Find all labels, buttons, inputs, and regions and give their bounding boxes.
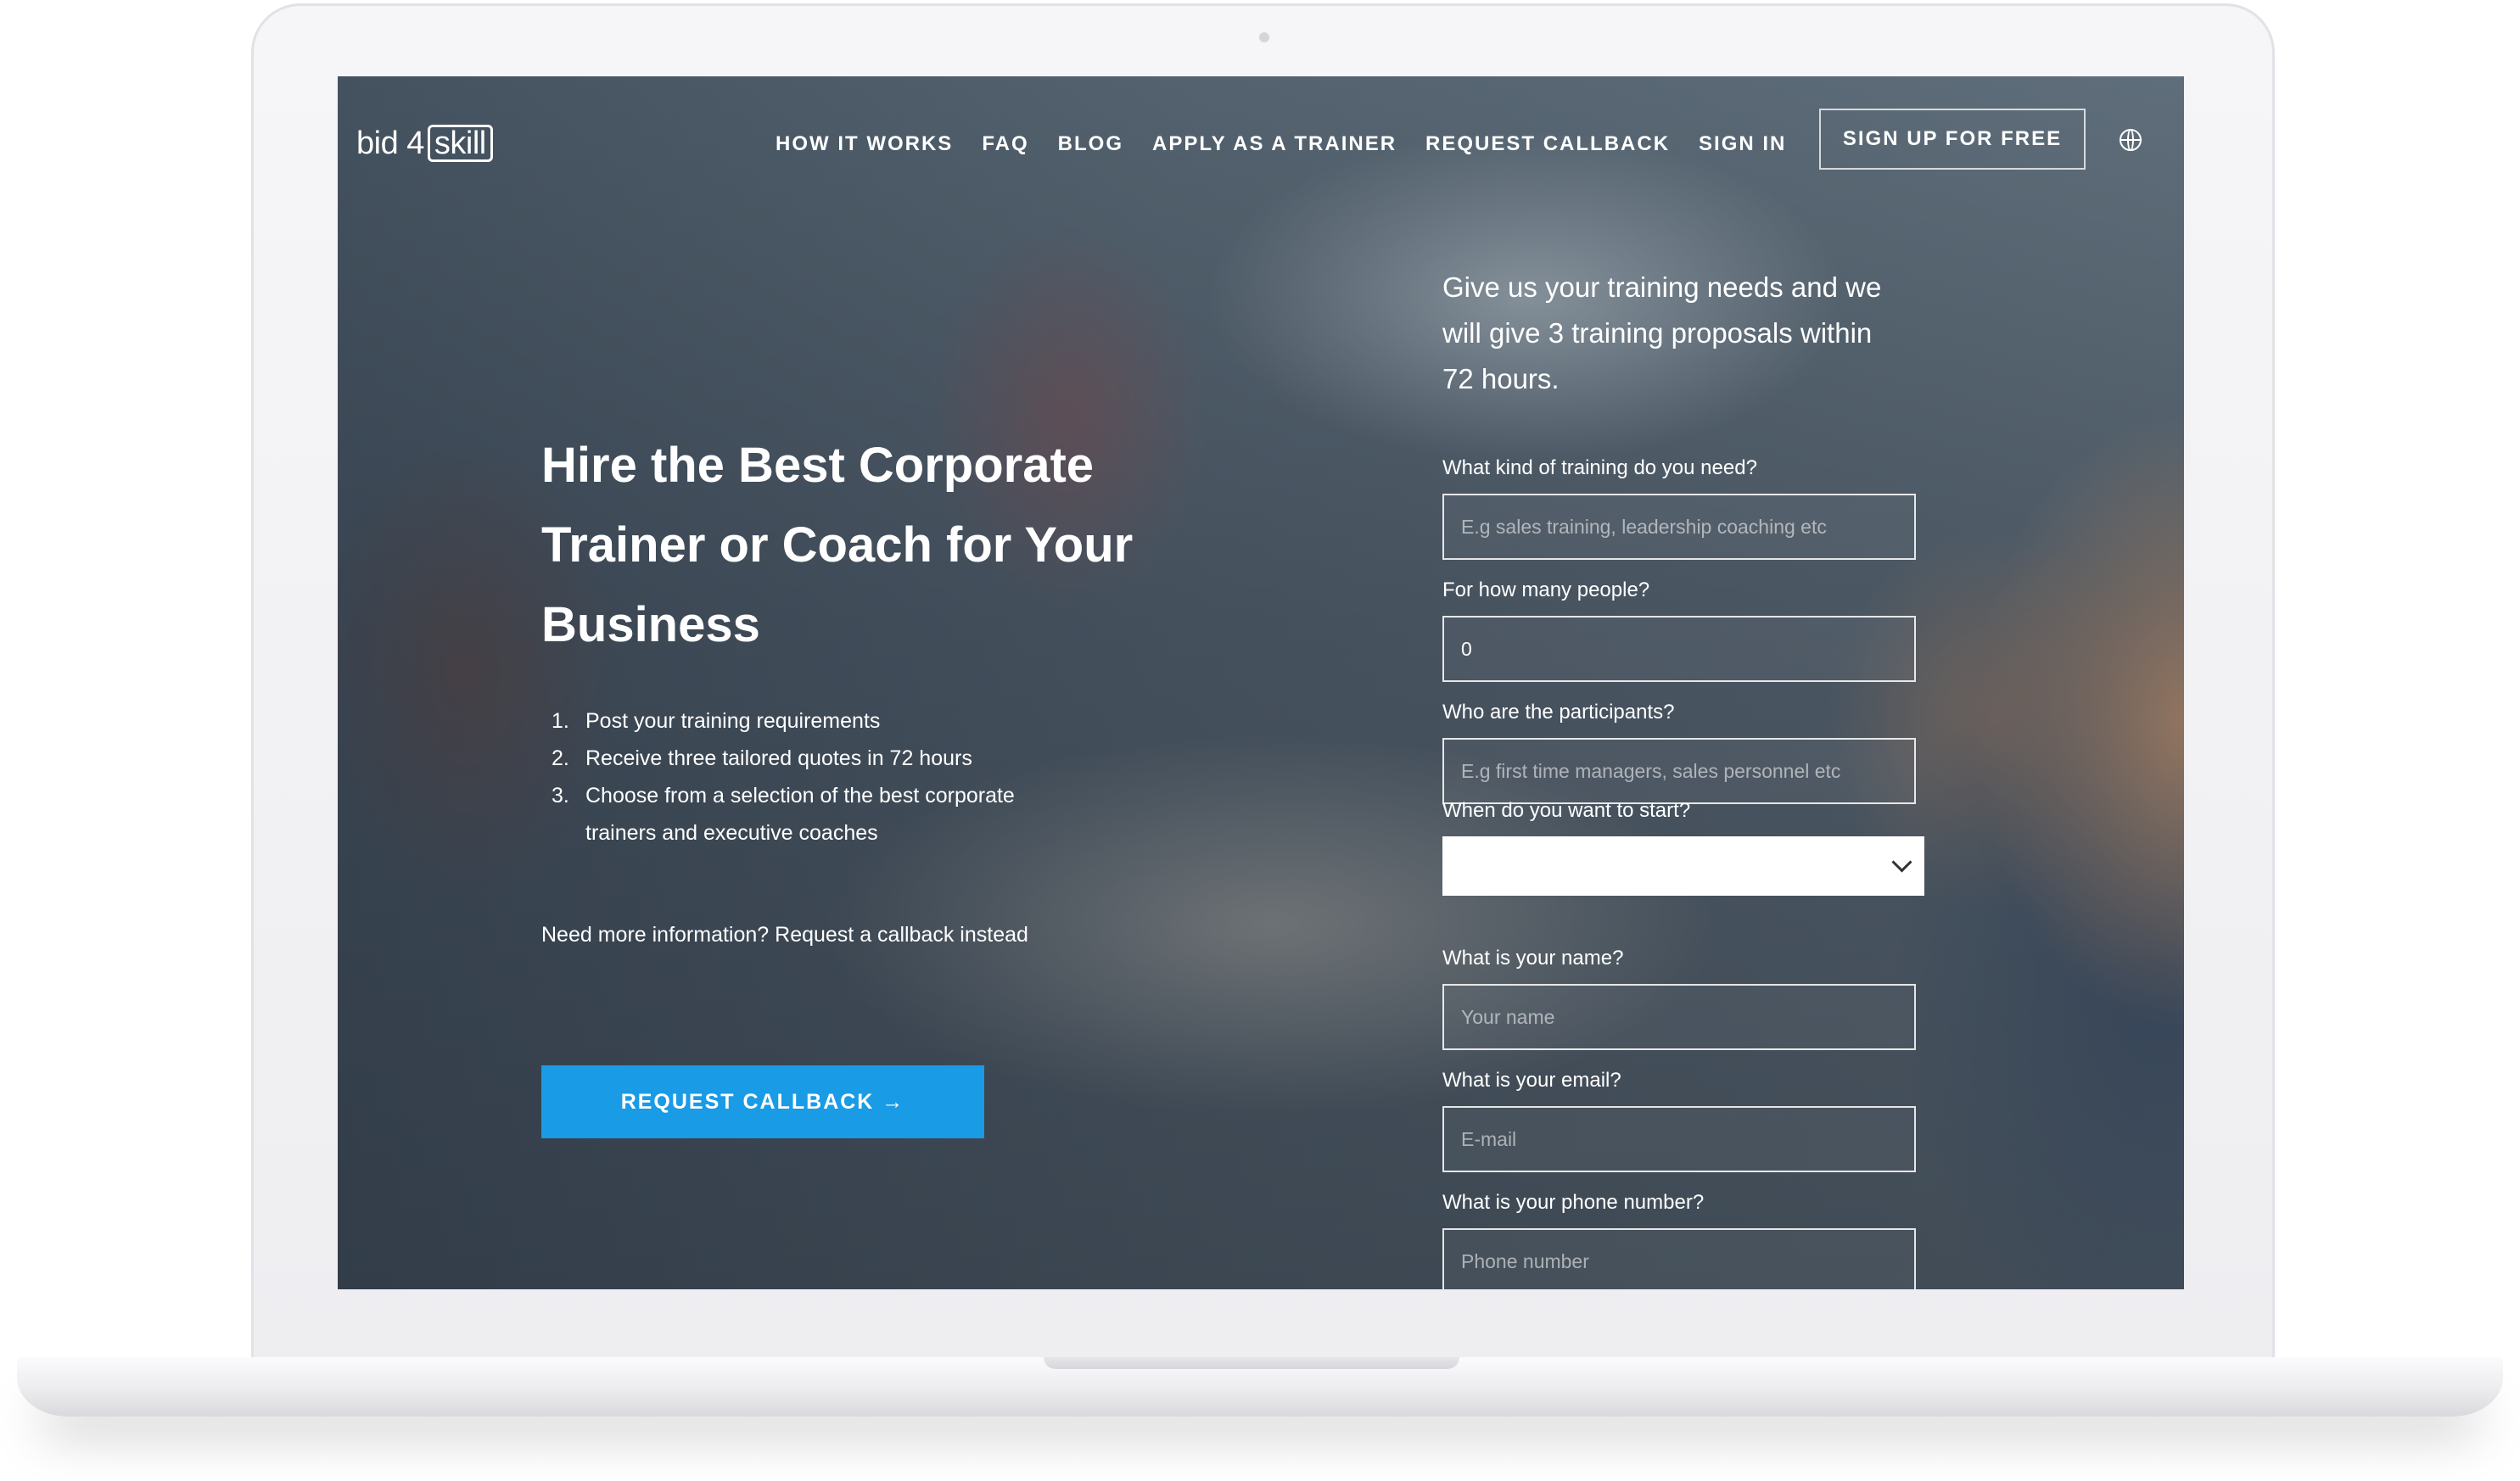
nav-apply-as-trainer[interactable]: APPLY AS A TRAINER [1152,132,1397,156]
phone-label: What is your phone number? [1442,1191,1705,1214]
logo-badge: skill [427,125,493,162]
name-label: What is your name? [1442,947,1624,970]
nav-faq[interactable]: FAQ [982,132,1028,156]
form-intro: Give us your training needs and we will … [1442,271,1882,394]
start-label: When do you want to start? [1442,799,1691,822]
step-number: 1. [552,709,569,733]
list-item: 3. Choose from a selection of the best c… [541,777,1033,852]
chevron-down-icon [1891,852,1912,873]
list-item: 2. Receive three tailored quotes in 72 h… [541,740,1033,777]
logo-text: bid 4 [356,125,424,161]
participants-input[interactable] [1442,738,1916,804]
training-label: What kind of training do you need? [1442,456,1757,479]
start-select[interactable] [1442,836,1924,896]
phone-input[interactable] [1442,1228,1916,1289]
step-number: 3. [552,784,569,808]
email-label: What is your email? [1442,1069,1621,1092]
nav-blog[interactable]: BLOG [1058,132,1123,156]
more-info-text: Need more information? Request a callbac… [541,923,1028,947]
sign-up-button[interactable]: SIGN UP FOR FREE [1819,109,2086,170]
email-input[interactable] [1442,1106,1916,1172]
step-text: Post your training requirements [585,709,881,733]
step-number: 2. [552,746,569,770]
nav-request-callback[interactable]: REQUEST CALLBACK [1425,132,1670,156]
participants-label: Who are the participants? [1442,701,1675,724]
request-callback-button[interactable]: REQUEST CALLBACK → [541,1065,984,1138]
site-logo[interactable]: bid 4 skill [356,122,493,165]
main-nav: HOW IT WORKS FAQ BLOG APPLY AS A TRAINER… [776,124,1815,165]
people-input[interactable] [1442,616,1916,682]
steps-list: 1. Post your training requirements 2. Re… [541,702,1033,852]
step-text: Receive three tailored quotes in 72 hour… [585,746,972,770]
training-input[interactable] [1442,494,1916,560]
laptop-camera [1259,32,1269,42]
globe-icon[interactable] [2120,129,2142,151]
laptop-screen: bid 4 skill HOW IT WORKS FAQ BLOG APPLY … [338,76,2184,1289]
nav-sign-in[interactable]: SIGN IN [1699,132,1786,156]
page-content: bid 4 skill HOW IT WORKS FAQ BLOG APPLY … [338,76,2184,1289]
name-input[interactable] [1442,984,1916,1050]
nav-how-it-works[interactable]: HOW IT WORKS [776,132,953,156]
laptop-notch [1044,1357,1459,1369]
step-text: Choose from a selection of the best corp… [585,784,1015,845]
list-item: 1. Post your training requirements [541,702,1033,740]
hero-headline: Hire the Best Corporate Trainer or Coach… [541,438,1134,652]
people-label: For how many people? [1442,578,1650,601]
